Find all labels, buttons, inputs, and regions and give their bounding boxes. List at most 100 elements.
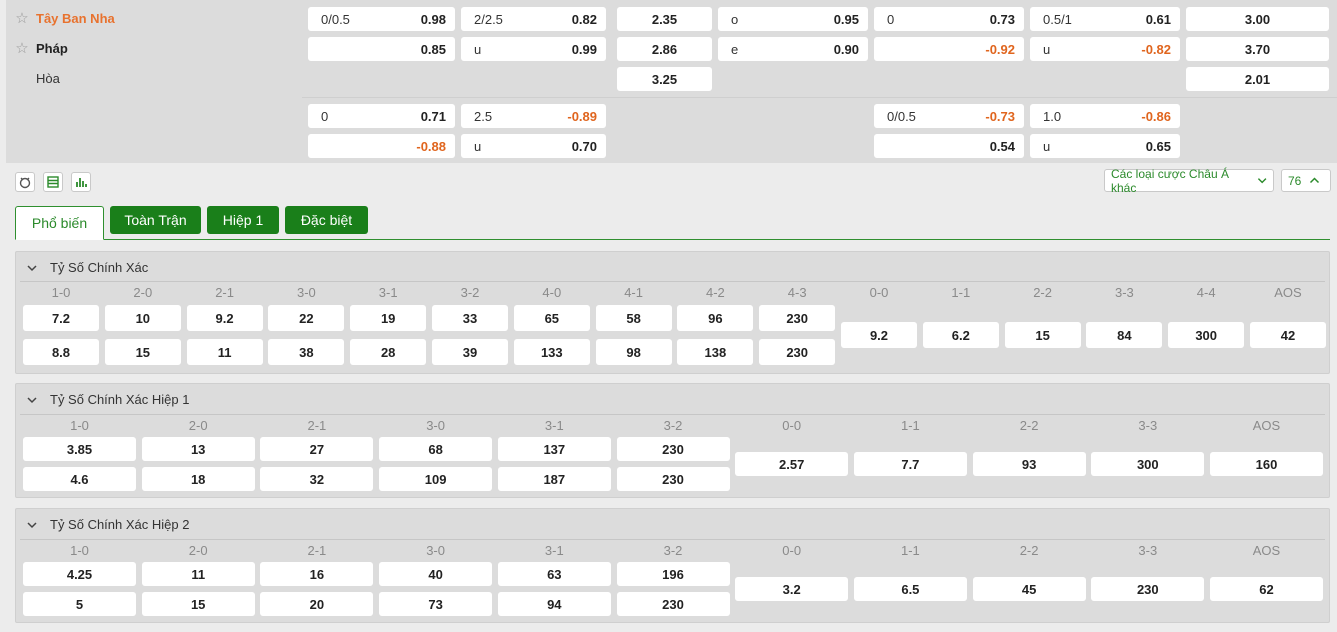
score-odds-cell[interactable]: 93 <box>972 452 1086 476</box>
score-odds-cell[interactable]: 73 <box>379 592 493 616</box>
odds-cell[interactable]: -0.92 <box>874 37 1024 61</box>
score-odds-cell[interactable]: 38 <box>268 339 345 365</box>
score-odds-cell[interactable]: 230 <box>616 437 730 461</box>
score-odds-cell[interactable]: 109 <box>379 467 493 491</box>
tab-popular[interactable]: Phổ biến <box>15 206 104 240</box>
score-odds-cell[interactable]: 18 <box>141 467 255 491</box>
market-count-toggle[interactable]: 76 <box>1281 169 1331 192</box>
score-odds-cell[interactable]: 20 <box>260 592 374 616</box>
section-header[interactable]: Tỷ Số Chính Xác Hiệp 2 <box>26 517 189 532</box>
score-odds-cell[interactable]: 9.2 <box>841 322 917 348</box>
team-away-row[interactable]: ☆ Pháp <box>14 38 68 60</box>
score-odds-cell[interactable]: 63 <box>497 562 611 586</box>
score-odds-cell[interactable]: 19 <box>350 305 427 331</box>
score-odds-cell[interactable]: 10 <box>104 305 181 331</box>
score-odds-cell[interactable]: 27 <box>260 437 374 461</box>
odds-cell[interactable]: o 0.95 <box>718 7 868 31</box>
score-odds-cell[interactable]: 230 <box>1091 577 1205 601</box>
odds-cell[interactable]: u 0.99 <box>461 37 606 61</box>
score-odds-cell[interactable]: 230 <box>759 305 836 331</box>
odds-cell[interactable]: e 0.90 <box>718 37 868 61</box>
odds-cell[interactable]: u -0.82 <box>1030 37 1180 61</box>
section-header[interactable]: Tỷ Số Chính Xác Hiệp 1 <box>26 392 189 407</box>
score-odds-cell[interactable]: 11 <box>186 339 263 365</box>
score-odds-cell[interactable]: 187 <box>497 467 611 491</box>
odds-cell[interactable]: 3.00 <box>1186 7 1329 31</box>
score-odds-cell[interactable]: 16 <box>260 562 374 586</box>
score-odds-cell[interactable]: 32 <box>260 467 374 491</box>
odds-cell[interactable]: 2.5 -0.89 <box>461 104 606 128</box>
score-odds-cell[interactable]: 9.2 <box>186 305 263 331</box>
odds-cell[interactable]: 0.54 <box>874 134 1024 158</box>
score-odds-cell[interactable]: 84 <box>1086 322 1163 348</box>
score-odds-cell[interactable]: 15 <box>141 592 255 616</box>
odds-cell[interactable]: 3.25 <box>617 67 712 91</box>
odds-cell[interactable]: 0/0.5 0.98 <box>308 7 455 31</box>
score-odds-cell[interactable]: 13 <box>141 437 255 461</box>
odds-cell[interactable]: 2/2.5 0.82 <box>461 7 606 31</box>
list-icon[interactable] <box>43 172 63 192</box>
score-odds-cell[interactable]: 94 <box>497 592 611 616</box>
score-odds-cell[interactable]: 137 <box>497 437 611 461</box>
odds-cell[interactable]: 0 0.73 <box>874 7 1024 31</box>
score-odds-cell[interactable]: 28 <box>350 339 427 365</box>
score-odds-cell[interactable]: 62 <box>1210 577 1323 601</box>
score-odds-cell[interactable]: 65 <box>513 305 590 331</box>
odds-cell[interactable]: u 0.65 <box>1030 134 1180 158</box>
score-odds-cell[interactable]: 68 <box>379 437 493 461</box>
score-odds-cell[interactable]: 40 <box>379 562 493 586</box>
score-odds-cell[interactable]: 300 <box>1168 322 1245 348</box>
score-odds-cell[interactable]: 4.25 <box>23 562 136 586</box>
score-odds-cell[interactable]: 230 <box>616 467 730 491</box>
score-odds-cell[interactable]: 196 <box>616 562 730 586</box>
score-odds-cell[interactable]: 3.2 <box>735 577 849 601</box>
odds-cell[interactable]: 2.01 <box>1186 67 1329 91</box>
score-odds-cell[interactable]: 96 <box>677 305 754 331</box>
score-odds-cell[interactable]: 6.2 <box>922 322 999 348</box>
score-odds-cell[interactable]: 2.57 <box>735 452 849 476</box>
score-odds-cell[interactable]: 138 <box>677 339 754 365</box>
score-odds-cell[interactable]: 6.5 <box>853 577 967 601</box>
section-header[interactable]: Tỷ Số Chính Xác <box>26 260 148 275</box>
chart-icon[interactable] <box>71 172 91 192</box>
market-type-dropdown[interactable]: Các loại cược Châu Á khác <box>1104 167 1274 195</box>
score-odds-cell[interactable]: 15 <box>1004 322 1081 348</box>
score-odds-cell[interactable]: 160 <box>1210 452 1323 476</box>
star-icon[interactable]: ☆ <box>14 8 30 30</box>
tab-full-match[interactable]: Toàn Trận <box>110 206 201 234</box>
score-odds-cell[interactable]: 8.8 <box>23 339 99 365</box>
score-odds-cell[interactable]: 39 <box>432 339 508 365</box>
score-odds-cell[interactable]: 4.6 <box>23 467 136 491</box>
tab-special[interactable]: Đặc biệt <box>285 206 368 234</box>
stats-icon[interactable] <box>15 172 35 192</box>
score-odds-cell[interactable]: 230 <box>616 592 730 616</box>
score-odds-cell[interactable]: 5 <box>23 592 136 616</box>
score-odds-cell[interactable]: 3.85 <box>23 437 136 461</box>
odds-cell[interactable]: 0 0.71 <box>308 104 455 128</box>
odds-cell[interactable]: 0.85 <box>308 37 455 61</box>
score-odds-cell[interactable]: 98 <box>595 339 672 365</box>
score-odds-cell[interactable]: 45 <box>972 577 1086 601</box>
score-odds-cell[interactable]: 133 <box>513 339 590 365</box>
score-odds-cell[interactable]: 42 <box>1250 322 1326 348</box>
odds-cell[interactable]: 3.70 <box>1186 37 1329 61</box>
score-odds-cell[interactable]: 58 <box>595 305 672 331</box>
odds-cell[interactable]: 2.86 <box>617 37 712 61</box>
odds-cell[interactable]: 0/0.5 -0.73 <box>874 104 1024 128</box>
score-odds-cell[interactable]: 300 <box>1091 452 1205 476</box>
odds-cell[interactable]: 1.0 -0.86 <box>1030 104 1180 128</box>
score-odds-cell[interactable]: 7.2 <box>23 305 99 331</box>
odds-cell[interactable]: u 0.70 <box>461 134 606 158</box>
odds-cell[interactable]: -0.88 <box>308 134 455 158</box>
score-odds-cell[interactable]: 22 <box>268 305 345 331</box>
team-home-row[interactable]: ☆ Tây Ban Nha <box>14 8 114 30</box>
score-odds-cell[interactable]: 11 <box>141 562 255 586</box>
score-odds-cell[interactable]: 7.7 <box>853 452 967 476</box>
odds-cell[interactable]: 2.35 <box>617 7 712 31</box>
star-icon[interactable]: ☆ <box>14 38 30 60</box>
score-odds-cell[interactable]: 33 <box>432 305 508 331</box>
score-odds-cell[interactable]: 15 <box>104 339 181 365</box>
odds-cell[interactable]: 0.5/1 0.61 <box>1030 7 1180 31</box>
score-odds-cell[interactable]: 230 <box>759 339 836 365</box>
tab-first-half[interactable]: Hiệp 1 <box>207 206 279 234</box>
